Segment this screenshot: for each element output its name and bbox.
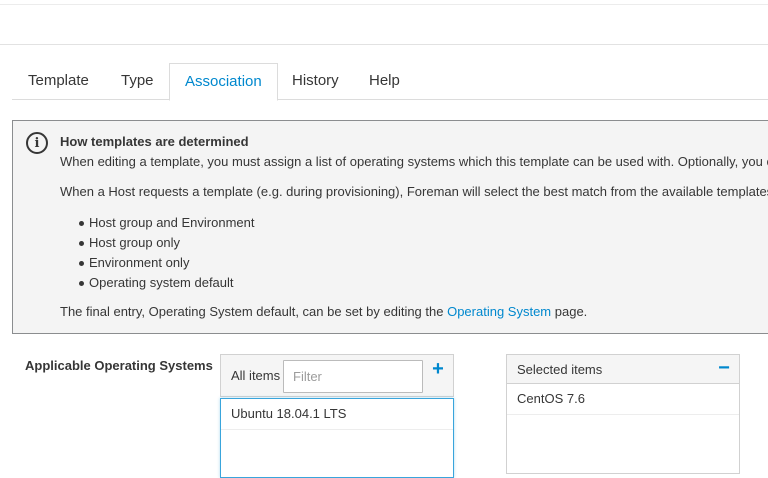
filter-input[interactable] <box>283 360 423 393</box>
info-paragraph-assign: When editing a template, you must assign… <box>60 154 768 169</box>
add-all-button[interactable]: + <box>427 359 449 382</box>
tab-history[interactable]: History <box>277 63 354 100</box>
selected-items-body[interactable]: CentOS 7.6 <box>506 384 740 474</box>
tab-help[interactable]: Help <box>354 63 415 100</box>
list-item: Host group and Environment <box>78 213 254 233</box>
tab-association[interactable]: Association <box>169 63 278 101</box>
list-item[interactable]: CentOS 7.6 <box>507 384 739 415</box>
selected-items-list: Selected items − CentOS 7.6 <box>506 354 740 474</box>
info-footer-prefix: The final entry, Operating System defaul… <box>60 304 448 319</box>
info-icon: i <box>26 132 48 154</box>
tab-template[interactable]: Template <box>13 63 104 100</box>
list-item: Host group only <box>78 233 254 253</box>
top-divider <box>0 4 768 5</box>
remove-all-button[interactable]: − <box>713 358 735 380</box>
priority-list: Host group and Environment Host group on… <box>78 213 254 293</box>
available-items-header: All items + <box>220 354 454 397</box>
info-footer-suffix: page. <box>551 304 588 319</box>
header-divider <box>0 44 768 45</box>
available-items-list: All items + Ubuntu 18.04.1 LTS <box>220 354 454 478</box>
available-items-body[interactable]: Ubuntu 18.04.1 LTS <box>220 398 454 478</box>
tab-type[interactable]: Type <box>106 63 169 100</box>
info-title: How templates are determined <box>60 134 249 149</box>
selected-items-label: Selected items <box>517 362 603 377</box>
selected-items-header: Selected items − <box>506 354 740 384</box>
info-alert: i How templates are determined When edit… <box>12 120 768 334</box>
list-item[interactable]: Ubuntu 18.04.1 LTS <box>221 399 453 430</box>
list-item: Operating system default <box>78 273 254 293</box>
operating-system-link[interactable]: Operating System <box>447 304 551 319</box>
list-item: Environment only <box>78 253 254 273</box>
all-items-label: All items <box>231 368 281 383</box>
info-footer: The final entry, Operating System defaul… <box>60 304 587 319</box>
applicable-os-label: Applicable Operating Systems <box>25 358 213 373</box>
info-paragraph-match: When a Host requests a template (e.g. du… <box>60 184 768 199</box>
template-tabs: Template Type Association History Help <box>12 63 768 101</box>
